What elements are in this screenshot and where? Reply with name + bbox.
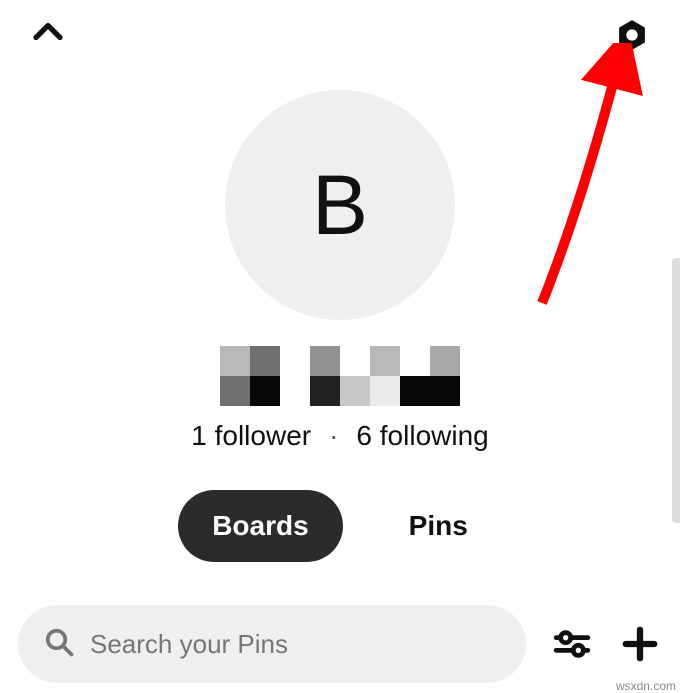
tab-boards[interactable]: Boards (178, 490, 342, 562)
chevron-up-icon[interactable] (30, 15, 66, 56)
scroll-handle[interactable] (672, 258, 680, 523)
top-bar (0, 10, 680, 60)
add-icon[interactable] (618, 622, 662, 666)
search-placeholder: Search your Pins (90, 629, 288, 660)
filter-icon[interactable] (550, 622, 594, 666)
watermark: wsxdn.com (616, 679, 676, 693)
search-box[interactable]: Search your Pins (18, 605, 526, 683)
following-count[interactable]: 6 following (356, 420, 488, 452)
settings-gear-icon[interactable] (614, 17, 650, 53)
followers-count[interactable]: 1 follower (191, 420, 311, 452)
search-icon (44, 627, 74, 662)
profile-section: B 1 follower · 6 following (0, 90, 680, 452)
tab-pins[interactable]: Pins (375, 490, 502, 562)
avatar[interactable]: B (225, 90, 455, 320)
follow-stats: 1 follower · 6 following (191, 420, 488, 452)
username (220, 342, 460, 410)
avatar-initial: B (312, 157, 368, 254)
bottom-bar: Search your Pins (0, 605, 680, 683)
dot-separator: · (329, 420, 338, 452)
profile-tabs: Boards Pins (0, 490, 680, 562)
